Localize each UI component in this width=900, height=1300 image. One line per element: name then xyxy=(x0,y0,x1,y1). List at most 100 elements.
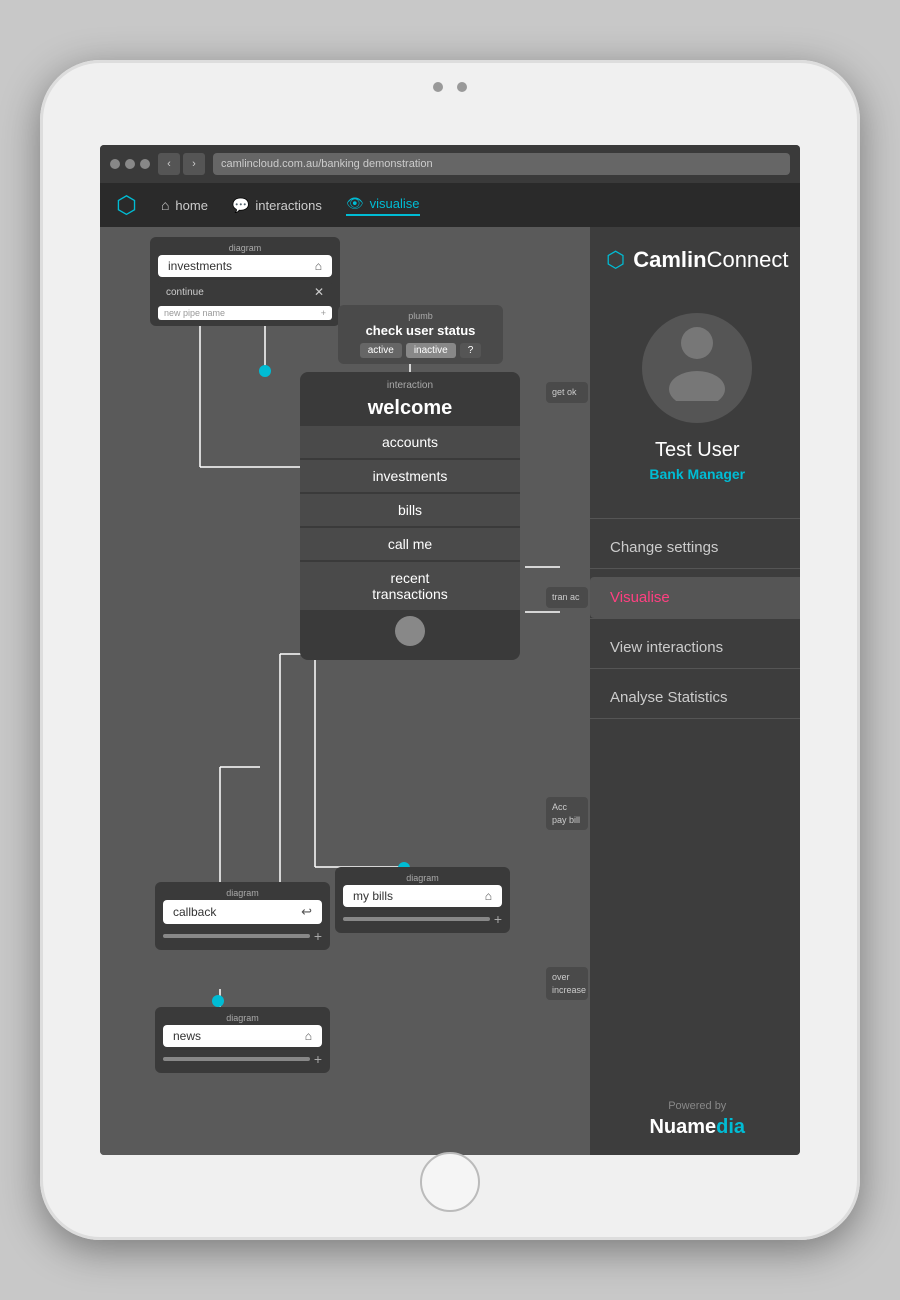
tablet-home-button[interactable] xyxy=(420,1152,480,1212)
continue-close-icon[interactable]: ✕ xyxy=(314,285,324,299)
menu-divider-1 xyxy=(590,568,800,569)
continue-label: continue xyxy=(166,287,204,298)
investments-node-label: diagram xyxy=(158,243,332,253)
investments-node-name-text: investments xyxy=(168,259,232,273)
news-home-icon: ⌂ xyxy=(305,1029,312,1043)
camlin-logo-light: Connect xyxy=(707,247,789,272)
profile-section: Test User Bank Manager xyxy=(590,283,800,518)
partial-card-tran-text: tran ac xyxy=(552,591,582,604)
welcome-circle xyxy=(395,616,425,646)
avatar-silhouette-icon xyxy=(662,321,732,415)
menu-item-analyse-statistics[interactable]: Analyse Statistics xyxy=(590,677,800,718)
status-inactive-btn[interactable]: inactive xyxy=(406,343,456,358)
menu-item-visualise[interactable]: Visualise xyxy=(590,577,800,618)
camlin-logo-bold: Camlin xyxy=(633,247,706,272)
mybills-bar xyxy=(343,917,490,921)
tablet-device: ‹ › camlincloud.com.au/banking demonstra… xyxy=(40,60,860,1240)
welcome-title: welcome xyxy=(300,393,520,424)
mybills-node-label: diagram xyxy=(343,873,502,883)
right-panel: ⬡ CamlinConnect xyxy=(590,227,800,1155)
browser-back-button[interactable]: ‹ xyxy=(158,153,180,175)
profile-name: Test User xyxy=(655,439,739,462)
menu-divider-2 xyxy=(590,618,800,619)
welcome-interaction-block: interaction welcome accounts investments… xyxy=(300,372,520,660)
welcome-investments-item[interactable]: investments xyxy=(300,460,520,492)
pipe-add-icon[interactable]: + xyxy=(321,308,326,318)
camlin-logo-icon: ⬡ xyxy=(606,247,625,273)
browser-forward-button[interactable]: › xyxy=(183,153,205,175)
welcome-accounts-item[interactable]: accounts xyxy=(300,426,520,458)
news-bar xyxy=(163,1057,310,1061)
camera-dot-right xyxy=(457,82,467,92)
browser-traffic-lights xyxy=(110,159,150,169)
nav-item-interactions[interactable]: 💬 interactions xyxy=(232,197,322,214)
menu-divider-3 xyxy=(590,668,800,669)
check-user-status-node: plumb check user status active inactive … xyxy=(338,305,503,364)
news-plus-icon[interactable]: + xyxy=(314,1051,322,1067)
welcome-callme-item[interactable]: call me xyxy=(300,528,520,560)
profile-avatar xyxy=(642,313,752,423)
menu-divider-4 xyxy=(590,718,800,719)
nav-label-home: home xyxy=(175,198,208,213)
mybills-node-name-bar: my bills ⌂ xyxy=(343,885,502,907)
tablet-screen: ‹ › camlincloud.com.au/banking demonstra… xyxy=(100,145,800,1155)
investments-node-name-bar: investments ⌂ xyxy=(158,255,332,277)
investments-diagram-node: diagram investments ⌂ continue ✕ new pip… xyxy=(150,237,340,326)
news-node-name-bar: news ⌂ xyxy=(163,1025,322,1047)
browser-dot-2 xyxy=(125,159,135,169)
investments-continue-bar: continue ✕ xyxy=(158,281,332,303)
callback-node-name-bar: callback ↩ xyxy=(163,900,322,924)
browser-dot-3 xyxy=(140,159,150,169)
plumb-label: plumb xyxy=(348,311,493,321)
home-icon: ⌂ xyxy=(161,197,169,213)
partial-card-over: over increase xyxy=(546,967,588,1000)
welcome-bills-item[interactable]: bills xyxy=(300,494,520,526)
pipe-input[interactable]: new pipe name + xyxy=(158,306,332,320)
browser-dot-1 xyxy=(110,159,120,169)
camlin-brand-header: ⬡ CamlinConnect xyxy=(590,227,800,283)
news-node-label: diagram xyxy=(163,1013,322,1023)
partial-card-get-text: get ok xyxy=(552,386,582,399)
check-user-buttons: active inactive ? xyxy=(348,343,493,358)
browser-navigation: ‹ › xyxy=(158,153,205,175)
screen-body: diagram investments ⌂ continue ✕ new pip… xyxy=(100,227,800,1155)
callback-arrow-icon: ↩ xyxy=(301,904,312,920)
camera-dot-left xyxy=(433,82,443,92)
app-logo-icon: ⬡ xyxy=(116,191,137,220)
interactions-icon: 💬 xyxy=(232,197,249,214)
mybills-home-icon: ⌂ xyxy=(485,889,492,903)
partial-card-tran: tran ac xyxy=(546,587,588,608)
camera-area xyxy=(433,82,467,92)
partial-card-acc: Acc pay bill xyxy=(546,797,588,830)
callback-plus-icon[interactable]: + xyxy=(314,928,322,944)
camlin-logo-text: CamlinConnect xyxy=(633,247,788,273)
profile-role: Bank Manager xyxy=(649,466,745,482)
partial-card-over-text: over increase xyxy=(552,971,582,996)
teal-connector-1 xyxy=(259,365,271,377)
nav-item-visualise[interactable]: 👁 visualise xyxy=(346,195,420,216)
diagram-panel: diagram investments ⌂ continue ✕ new pip… xyxy=(100,227,590,1155)
browser-url-bar[interactable]: camlincloud.com.au/banking demonstration xyxy=(213,153,790,175)
callback-diagram-node: diagram callback ↩ + xyxy=(155,882,330,950)
mybills-plus-icon[interactable]: + xyxy=(494,911,502,927)
partial-card-get: get ok xyxy=(546,382,588,403)
status-question-btn[interactable]: ? xyxy=(460,343,482,358)
menu-item-view-interactions[interactable]: View interactions xyxy=(590,627,800,668)
interaction-label: interaction xyxy=(300,380,520,391)
profile-divider xyxy=(590,518,800,519)
pipe-placeholder: new pipe name xyxy=(164,308,225,318)
right-panel-footer: Powered by Nuamedia xyxy=(590,1084,800,1155)
news-diagram-node: diagram news ⌂ + xyxy=(155,1007,330,1073)
nav-label-visualise: visualise xyxy=(370,196,420,211)
partial-card-acc-text: Acc pay bill xyxy=(552,801,582,826)
callback-node-label: diagram xyxy=(163,888,322,898)
nuamedia-accent: dia xyxy=(716,1116,745,1138)
status-active-btn[interactable]: active xyxy=(360,343,402,358)
menu-item-change-settings[interactable]: Change settings xyxy=(590,527,800,568)
powered-by-text: Powered by xyxy=(606,1100,789,1112)
callback-node-name-text: callback xyxy=(173,905,216,919)
investments-home-icon: ⌂ xyxy=(315,259,322,273)
nav-item-home[interactable]: ⌂ home xyxy=(161,197,208,213)
app-navbar: ⬡ ⌂ home 💬 interactions 👁 visualise xyxy=(100,183,800,227)
welcome-transactions-item[interactable]: recent transactions xyxy=(300,562,520,610)
